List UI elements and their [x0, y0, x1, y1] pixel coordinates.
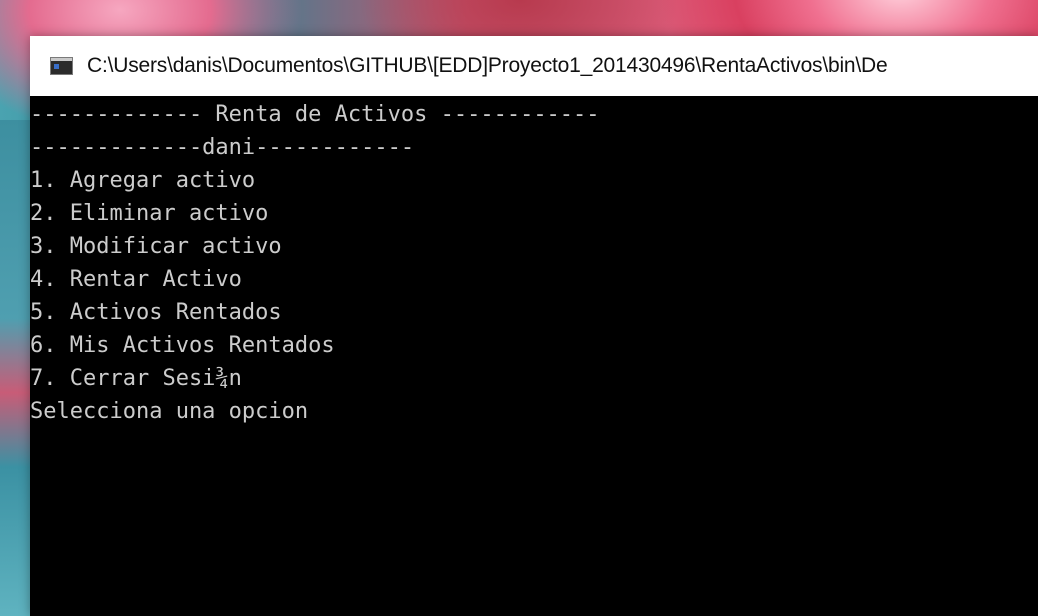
console-output[interactable]: ------------- Renta de Activos ---------…: [30, 96, 1038, 616]
console-window-icon[interactable]: [50, 57, 73, 75]
menu-option-4: 4. Rentar Activo: [30, 267, 242, 292]
menu-option-2: 2. Eliminar activo: [30, 201, 269, 226]
menu-option-7: 7. Cerrar Sesi¾n: [30, 366, 242, 391]
console-user-line: -------------dani------------: [30, 135, 415, 160]
menu-option-1: 1. Agregar activo: [30, 168, 256, 193]
window-title: C:\Users\danis\Documentos\GITHUB\[EDD]Pr…: [87, 54, 888, 77]
menu-option-5: 5. Activos Rentados: [30, 300, 282, 325]
console-header: ------------- Renta de Activos ---------…: [30, 102, 600, 127]
menu-option-6: 6. Mis Activos Rentados: [30, 333, 335, 358]
menu-option-3: 3. Modificar activo: [30, 234, 282, 259]
console-window[interactable]: C:\Users\danis\Documentos\GITHUB\[EDD]Pr…: [30, 36, 1038, 616]
console-prompt: Selecciona una opcion: [30, 399, 309, 424]
window-titlebar[interactable]: C:\Users\danis\Documentos\GITHUB\[EDD]Pr…: [30, 36, 1038, 96]
